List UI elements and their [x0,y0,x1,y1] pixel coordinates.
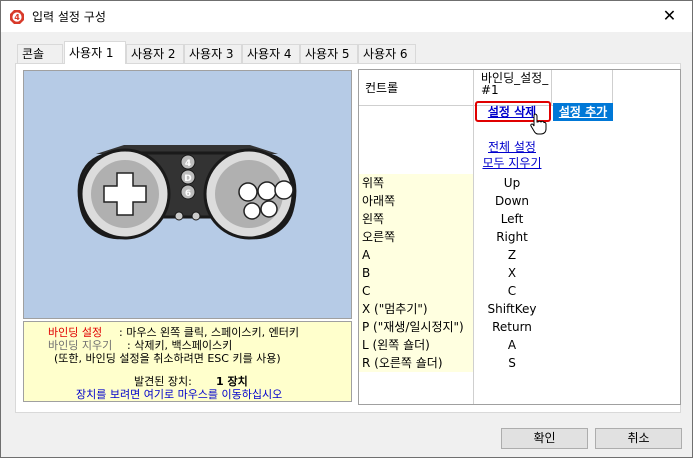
binding-cell[interactable]: Z [473,246,551,264]
binding-cell[interactable]: Return [473,318,551,336]
pad-middle-button-label: D [184,174,191,184]
clear-all-link[interactable]: 전체 설정 모두 지우기 [473,139,551,171]
control-row-label: P ("재생/일시정지") [359,318,473,336]
tab-user-4[interactable]: 사용자 4 [242,44,300,63]
help-info-box: 바인딩 설정 : 마우스 왼쪽 클릭, 스페이스키, 엔터키 바인딩 지우기 :… [23,321,352,402]
tab-label: 사용자 3 [189,47,234,61]
binding-cell[interactable]: Right [473,228,551,246]
binding-cell[interactable]: Down [473,192,551,210]
add-setting-label: 설정 추가 [558,105,608,119]
binding-cell[interactable]: Left [473,210,551,228]
tab-label: 사용자 2 [131,47,176,61]
binding-cell[interactable]: A [473,336,551,354]
binding-cell[interactable]: S [473,354,551,372]
tab-user-5[interactable]: 사용자 5 [300,44,358,63]
pad-bottom-button-label: 6 [185,189,191,199]
tab-label: 콘솔 [22,47,45,61]
tab-user-3[interactable]: 사용자 3 [184,44,242,63]
controls-header-label: 컨트롤 [365,81,399,95]
control-row-label: L (왼쪽 숄더) [359,336,473,354]
cancel-button[interactable]: 취소 [595,428,682,449]
device-hover-hint[interactable]: 장치를 보려면 여기로 마우스를 이동하십시오 [76,386,282,402]
app-icon: 4 [10,10,24,24]
controls-header: 컨트롤 [359,70,473,106]
control-row-label: X ("멈추기") [359,300,473,318]
svg-text:4: 4 [14,13,20,22]
control-row-label: 오른쪽 [359,228,473,246]
tab-label: 사용자 1 [69,46,114,60]
control-row-label: 아래쪽 [359,192,473,210]
clear-all-line2: 모두 지우기 [482,156,542,170]
window-title: 입력 설정 구성 [32,10,106,24]
tab-user-6[interactable]: 사용자 6 [358,44,416,63]
close-icon: ✕ [662,6,677,25]
empty-header-cell [551,70,613,106]
binding-cell[interactable]: Up [473,174,551,192]
tab-label: 사용자 5 [305,47,350,61]
add-setting-link[interactable]: 설정 추가 [553,103,613,121]
controls-column: 컨트롤 위쪽 아래쪽 왼쪽 오른쪽 A B C X ("멈추기") P ("재생/일시정지") L… [359,70,473,404]
esc-note: (또한, 바인딩 설정을 취소하려면 ESC 키를 사용) [54,352,281,365]
ok-button[interactable]: 확인 [501,428,588,449]
control-row-label: R (오른쪽 숄더) [359,354,473,372]
binding-header-label: 바인딩_설정_#1 [481,71,549,97]
hand-cursor-icon [530,113,547,135]
control-row-label: 위쪽 [359,174,473,192]
tab-label: 사용자 6 [363,47,408,61]
tab-console[interactable]: 콘솔 [17,44,63,63]
control-row-label: B [359,264,473,282]
tab-user-2[interactable]: 사용자 2 [126,44,184,63]
binding-cell[interactable]: C [473,282,551,300]
clear-all-line1: 전체 설정 [488,140,536,154]
cancel-button-label: 취소 [627,431,650,445]
control-row-label: C [359,282,473,300]
ok-button-label: 확인 [533,431,556,445]
close-button[interactable]: ✕ [647,1,692,31]
binding-cell[interactable]: X [473,264,551,282]
title-bar: 4 입력 설정 구성 ✕ [1,1,692,32]
tab-user-1[interactable]: 사용자 1 [64,41,126,64]
dialog-window: 4 입력 설정 구성 ✕ 콘솔 사용자 1 사용자 2 사용자 3 사용자 4 … [0,0,693,458]
binding-grid: 컨트롤 위쪽 아래쪽 왼쪽 오른쪽 A B C X ("멈추기") P ("재생/일시정지") L… [358,69,681,405]
control-row-label: A [359,246,473,264]
gamepad-preview: 4 D 6 [23,70,352,319]
pad-top-button-label: 4 [185,159,191,169]
binding-cell[interactable]: ShiftKey [473,300,551,318]
tab-label: 사용자 4 [247,47,292,61]
gamepad-icon: 4 D 6 [77,145,297,240]
control-row-label: 왼쪽 [359,210,473,228]
